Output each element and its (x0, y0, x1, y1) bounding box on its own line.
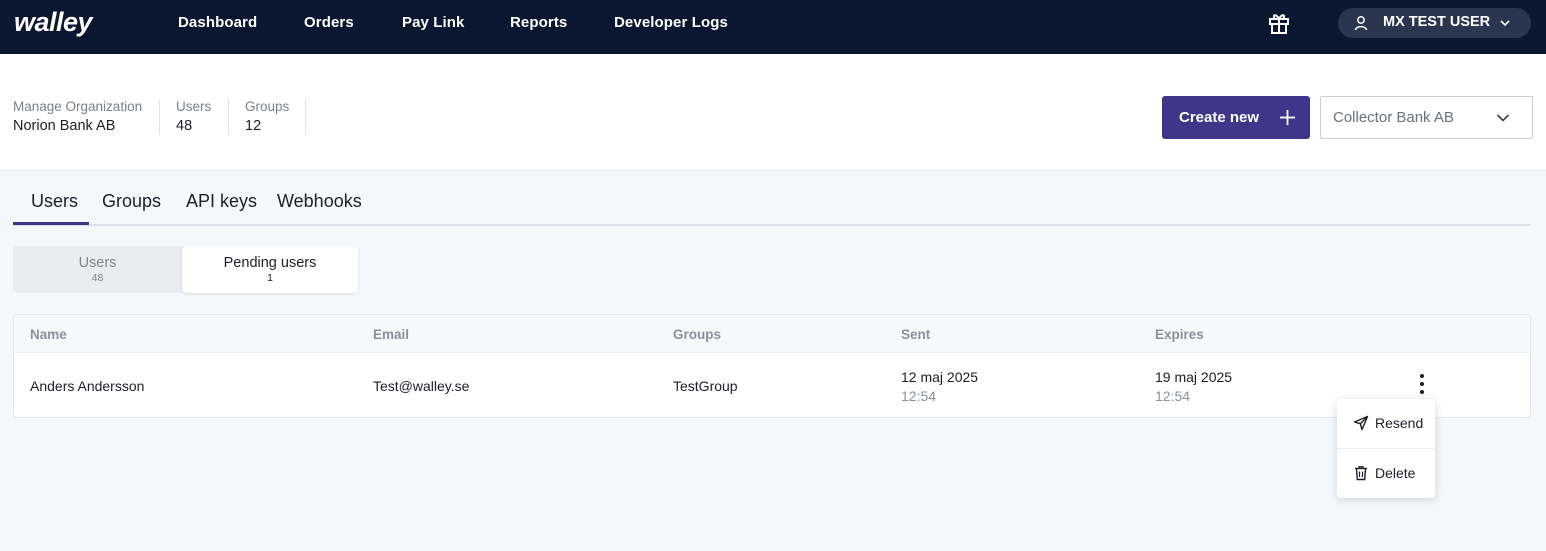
plus-icon (1280, 110, 1295, 125)
user-type-segmented-control: Users 48 Pending users 1 (13, 246, 358, 293)
table-header: Name Email Groups Sent Expires (14, 315, 1530, 353)
column-header-name[interactable]: Name (30, 327, 67, 342)
sent-date: 12 maj 2025 (901, 369, 979, 385)
organization-name: Norion Bank AB (13, 118, 116, 134)
organization-select[interactable]: Collector Bank AB (1320, 96, 1533, 139)
nav-orders[interactable]: Orders (304, 14, 354, 31)
walley-logo[interactable]: walley (14, 9, 126, 37)
tab-webhooks[interactable]: Webhooks (277, 191, 362, 212)
resend-label: Resend (1375, 415, 1424, 431)
column-header-sent[interactable]: Sent (901, 327, 930, 342)
organization-info: Manage Organization Norion Bank AB (13, 99, 142, 134)
divider (228, 99, 229, 135)
expires-date: 19 maj 2025 (1155, 369, 1233, 385)
user-name: MX TEST USER (1383, 14, 1491, 30)
cell-sent: 12 maj 2025 12:54 (901, 369, 978, 404)
active-tab-indicator (13, 222, 89, 225)
tab-users[interactable]: Users (31, 191, 78, 212)
organization-select-value: Collector Bank AB (1333, 109, 1454, 126)
users-stat-label: Users (176, 99, 212, 114)
manage-organization-label: Manage Organization (13, 99, 143, 114)
trash-icon (1355, 466, 1367, 481)
delete-menu-item[interactable]: Delete (1337, 449, 1435, 497)
segment-pending-users-label: Pending users (223, 255, 317, 271)
cell-groups: TestGroup (673, 378, 738, 394)
tab-api-keys[interactable]: API keys (186, 191, 257, 212)
pending-users-table: Name Email Groups Sent Expires Anders An… (13, 314, 1531, 418)
segment-pending-users-count: 1 (267, 272, 273, 284)
column-header-email[interactable]: Email (373, 327, 409, 342)
create-new-label: Create new (1179, 109, 1260, 126)
user-icon (1354, 16, 1368, 31)
cell-name: Anders Andersson (30, 378, 145, 394)
users-stat: Users 48 (176, 99, 211, 134)
send-icon (1353, 415, 1369, 431)
groups-stat: Groups 12 (245, 99, 289, 134)
expires-time: 12:54 (1155, 388, 1191, 404)
nav-reports[interactable]: Reports (510, 14, 567, 31)
nav-pay-link[interactable]: Pay Link (402, 14, 465, 31)
chevron-down-icon (1500, 20, 1510, 27)
create-new-button[interactable]: Create new (1162, 96, 1310, 139)
chevron-down-icon (1496, 114, 1510, 122)
segment-users[interactable]: Users 48 (13, 246, 182, 293)
organization-header: Manage Organization Norion Bank AB Users… (0, 54, 1546, 171)
top-navigation-bar: walley walley Dashboard Orders Pay Link … (0, 0, 1546, 54)
users-stat-value: 48 (176, 118, 193, 134)
groups-stat-value: 12 (245, 118, 262, 134)
divider (159, 99, 160, 135)
sent-time: 12:54 (901, 388, 937, 404)
resend-menu-item[interactable]: Resend (1337, 399, 1435, 447)
cell-email: Test@walley.se (373, 378, 470, 394)
segment-pending-users[interactable]: Pending users 1 (182, 246, 358, 293)
svg-text:walley: walley (14, 9, 95, 37)
gift-icon[interactable] (1266, 10, 1292, 36)
row-actions-menu: Resend Delete (1337, 399, 1435, 498)
nav-dashboard[interactable]: Dashboard (178, 14, 257, 31)
delete-label: Delete (1375, 465, 1416, 481)
column-header-expires[interactable]: Expires (1155, 327, 1204, 342)
tabs-divider (13, 224, 1531, 226)
segment-users-label: Users (78, 255, 117, 271)
divider (305, 99, 306, 135)
more-options-icon[interactable] (1413, 371, 1431, 397)
groups-stat-label: Groups (245, 99, 290, 114)
cell-expires: 19 maj 2025 12:54 (1155, 369, 1232, 404)
segment-users-count: 48 (91, 272, 104, 284)
column-header-groups[interactable]: Groups (673, 327, 721, 342)
tab-groups[interactable]: Groups (102, 191, 161, 212)
nav-developer-logs[interactable]: Developer Logs (614, 14, 728, 31)
user-menu-button[interactable]: MX TEST USER (1338, 8, 1531, 38)
